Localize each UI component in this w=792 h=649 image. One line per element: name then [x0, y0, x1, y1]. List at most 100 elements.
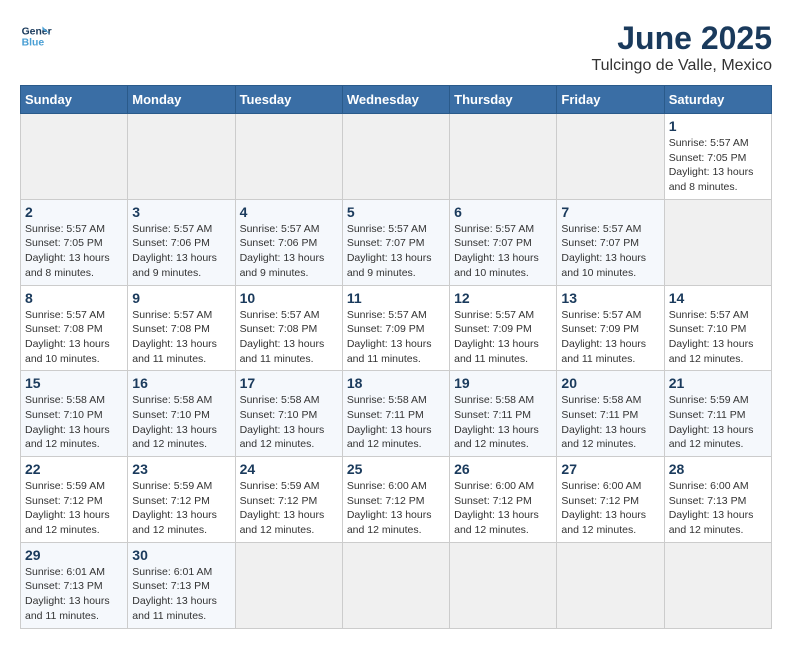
day-cell: 15 Sunrise: 5:58 AMSunset: 7:10 PMDayligh…	[21, 371, 128, 457]
title-area: June 2025 Tulcingo de Valle, Mexico	[591, 20, 772, 75]
day-number: 20	[561, 375, 659, 391]
day-number: 25	[347, 461, 445, 477]
day-cell: 9Sunrise: 5:57 AMSunset: 7:08 PMDaylight…	[128, 285, 235, 371]
day-number: 3	[132, 204, 230, 220]
day-detail: Sunrise: 6:00 AMSunset: 7:13 PMDaylight:…	[669, 479, 767, 538]
day-cell: 8Sunrise: 5:57 AMSunset: 7:08 PMDaylight…	[21, 285, 128, 371]
day-detail: Sunrise: 6:01 AMSunset: 7:13 PMDaylight:…	[25, 565, 123, 624]
day-number: 26	[454, 461, 552, 477]
day-cell	[664, 542, 771, 628]
month-title: June 2025	[591, 20, 772, 57]
day-cell: 30Sunrise: 6:01 AMSunset: 7:13 PMDayligh…	[128, 542, 235, 628]
day-cell: 17Sunrise: 5:58 AMSunset: 7:10 PMDayligh…	[235, 371, 342, 457]
calendar-table: SundayMondayTuesdayWednesdayThursdayFrid…	[20, 85, 772, 629]
day-cell: 25 Sunrise: 6:00 AMSunset: 7:12 PMDayligh…	[342, 457, 449, 543]
day-number: 12	[454, 290, 552, 306]
day-detail: Sunrise: 5:57 AMSunset: 7:06 PMDaylight:…	[132, 222, 230, 281]
day-cell	[450, 542, 557, 628]
day-detail: Sunrise: 5:57 AMSunset: 7:07 PMDaylight:…	[454, 222, 552, 281]
day-cell	[235, 542, 342, 628]
day-cell: 4 Sunrise: 5:57 AMSunset: 7:06 PMDaylight…	[235, 199, 342, 285]
day-detail: Sunrise: 5:58 AMSunset: 7:10 PMDaylight:…	[132, 393, 230, 452]
day-number: 10	[240, 290, 338, 306]
day-cell	[342, 542, 449, 628]
day-number: 15	[25, 375, 123, 391]
day-number: 22	[25, 461, 123, 477]
day-detail: Sunrise: 5:58 AMSunset: 7:11 PMDaylight:…	[347, 393, 445, 452]
day-cell: 26 Sunrise: 6:00 AMSunset: 7:12 PMDayligh…	[450, 457, 557, 543]
day-number: 11	[347, 290, 445, 306]
week-row-6: 29 Sunrise: 6:01 AMSunset: 7:13 PMDayligh…	[21, 542, 772, 628]
header-cell-friday: Friday	[557, 86, 664, 114]
day-detail: Sunrise: 5:57 AMSunset: 7:07 PMDaylight:…	[347, 222, 445, 281]
day-cell	[450, 114, 557, 200]
day-cell	[557, 542, 664, 628]
day-cell: 21 Sunrise: 5:59 AMSunset: 7:11 PMDayligh…	[664, 371, 771, 457]
day-detail: Sunrise: 5:57 AMSunset: 7:09 PMDaylight:…	[347, 308, 445, 367]
day-cell	[342, 114, 449, 200]
day-detail: Sunrise: 5:58 AMSunset: 7:11 PMDaylight:…	[454, 393, 552, 452]
day-number: 17	[240, 375, 338, 391]
day-cell	[664, 199, 771, 285]
day-detail: Sunrise: 5:59 AMSunset: 7:11 PMDaylight:…	[669, 393, 767, 452]
week-row-2: 2Sunrise: 5:57 AMSunset: 7:05 PMDaylight…	[21, 199, 772, 285]
day-detail: Sunrise: 5:57 AMSunset: 7:05 PMDaylight:…	[25, 222, 123, 281]
day-number: 5	[347, 204, 445, 220]
day-cell: 23 Sunrise: 5:59 AMSunset: 7:12 PMDayligh…	[128, 457, 235, 543]
day-number: 13	[561, 290, 659, 306]
day-number: 7	[561, 204, 659, 220]
day-detail: Sunrise: 6:00 AMSunset: 7:12 PMDaylight:…	[454, 479, 552, 538]
week-row-1: 1Sunrise: 5:57 AMSunset: 7:05 PMDaylight…	[21, 114, 772, 200]
day-cell: 18Sunrise: 5:58 AMSunset: 7:11 PMDayligh…	[342, 371, 449, 457]
day-cell: 12Sunrise: 5:57 AMSunset: 7:09 PMDayligh…	[450, 285, 557, 371]
day-detail: Sunrise: 5:57 AMSunset: 7:06 PMDaylight:…	[240, 222, 338, 281]
day-number: 9	[132, 290, 230, 306]
day-cell: 13 Sunrise: 5:57 AMSunset: 7:09 PMDayligh…	[557, 285, 664, 371]
svg-text:Blue: Blue	[22, 38, 45, 49]
day-detail: Sunrise: 5:57 AMSunset: 7:09 PMDaylight:…	[561, 308, 659, 367]
day-number: 24	[240, 461, 338, 477]
day-number: 16	[132, 375, 230, 391]
day-number: 23	[132, 461, 230, 477]
day-number: 6	[454, 204, 552, 220]
day-cell: 5 Sunrise: 5:57 AMSunset: 7:07 PMDaylight…	[342, 199, 449, 285]
day-cell: 27Sunrise: 6:00 AMSunset: 7:12 PMDayligh…	[557, 457, 664, 543]
day-number: 21	[669, 375, 767, 391]
day-number: 29	[25, 547, 123, 563]
day-cell: 3 Sunrise: 5:57 AMSunset: 7:06 PMDaylight…	[128, 199, 235, 285]
week-row-3: 8Sunrise: 5:57 AMSunset: 7:08 PMDaylight…	[21, 285, 772, 371]
header-row: SundayMondayTuesdayWednesdayThursdayFrid…	[21, 86, 772, 114]
day-detail: Sunrise: 5:59 AMSunset: 7:12 PMDaylight:…	[132, 479, 230, 538]
day-number: 14	[669, 290, 767, 306]
location-title: Tulcingo de Valle, Mexico	[591, 57, 772, 75]
day-cell: 20 Sunrise: 5:58 AMSunset: 7:11 PMDayligh…	[557, 371, 664, 457]
week-row-4: 15 Sunrise: 5:58 AMSunset: 7:10 PMDayligh…	[21, 371, 772, 457]
header-cell-saturday: Saturday	[664, 86, 771, 114]
day-cell	[21, 114, 128, 200]
day-cell: 6 Sunrise: 5:57 AMSunset: 7:07 PMDaylight…	[450, 199, 557, 285]
day-detail: Sunrise: 5:58 AMSunset: 7:11 PMDaylight:…	[561, 393, 659, 452]
day-detail: Sunrise: 5:59 AMSunset: 7:12 PMDaylight:…	[25, 479, 123, 538]
day-detail: Sunrise: 5:59 AMSunset: 7:12 PMDaylight:…	[240, 479, 338, 538]
day-cell: 11 Sunrise: 5:57 AMSunset: 7:09 PMDayligh…	[342, 285, 449, 371]
logo: General Blue	[20, 20, 52, 52]
day-detail: Sunrise: 5:58 AMSunset: 7:10 PMDaylight:…	[25, 393, 123, 452]
day-detail: Sunrise: 5:57 AMSunset: 7:08 PMDaylight:…	[25, 308, 123, 367]
day-detail: Sunrise: 5:57 AMSunset: 7:07 PMDaylight:…	[561, 222, 659, 281]
header-cell-thursday: Thursday	[450, 86, 557, 114]
day-cell: 29 Sunrise: 6:01 AMSunset: 7:13 PMDayligh…	[21, 542, 128, 628]
day-cell: 19Sunrise: 5:58 AMSunset: 7:11 PMDayligh…	[450, 371, 557, 457]
day-number: 30	[132, 547, 230, 563]
logo-icon: General Blue	[20, 20, 52, 52]
day-number: 4	[240, 204, 338, 220]
day-cell: 10 Sunrise: 5:57 AMSunset: 7:08 PMDayligh…	[235, 285, 342, 371]
calendar-body: 1Sunrise: 5:57 AMSunset: 7:05 PMDaylight…	[21, 114, 772, 629]
day-number: 27	[561, 461, 659, 477]
day-cell: 7 Sunrise: 5:57 AMSunset: 7:07 PMDaylight…	[557, 199, 664, 285]
day-detail: Sunrise: 5:57 AMSunset: 7:05 PMDaylight:…	[669, 136, 767, 195]
day-detail: Sunrise: 6:00 AMSunset: 7:12 PMDaylight:…	[347, 479, 445, 538]
day-cell: 24 Sunrise: 5:59 AMSunset: 7:12 PMDayligh…	[235, 457, 342, 543]
day-cell	[128, 114, 235, 200]
day-detail: Sunrise: 5:57 AMSunset: 7:08 PMDaylight:…	[240, 308, 338, 367]
header-cell-tuesday: Tuesday	[235, 86, 342, 114]
